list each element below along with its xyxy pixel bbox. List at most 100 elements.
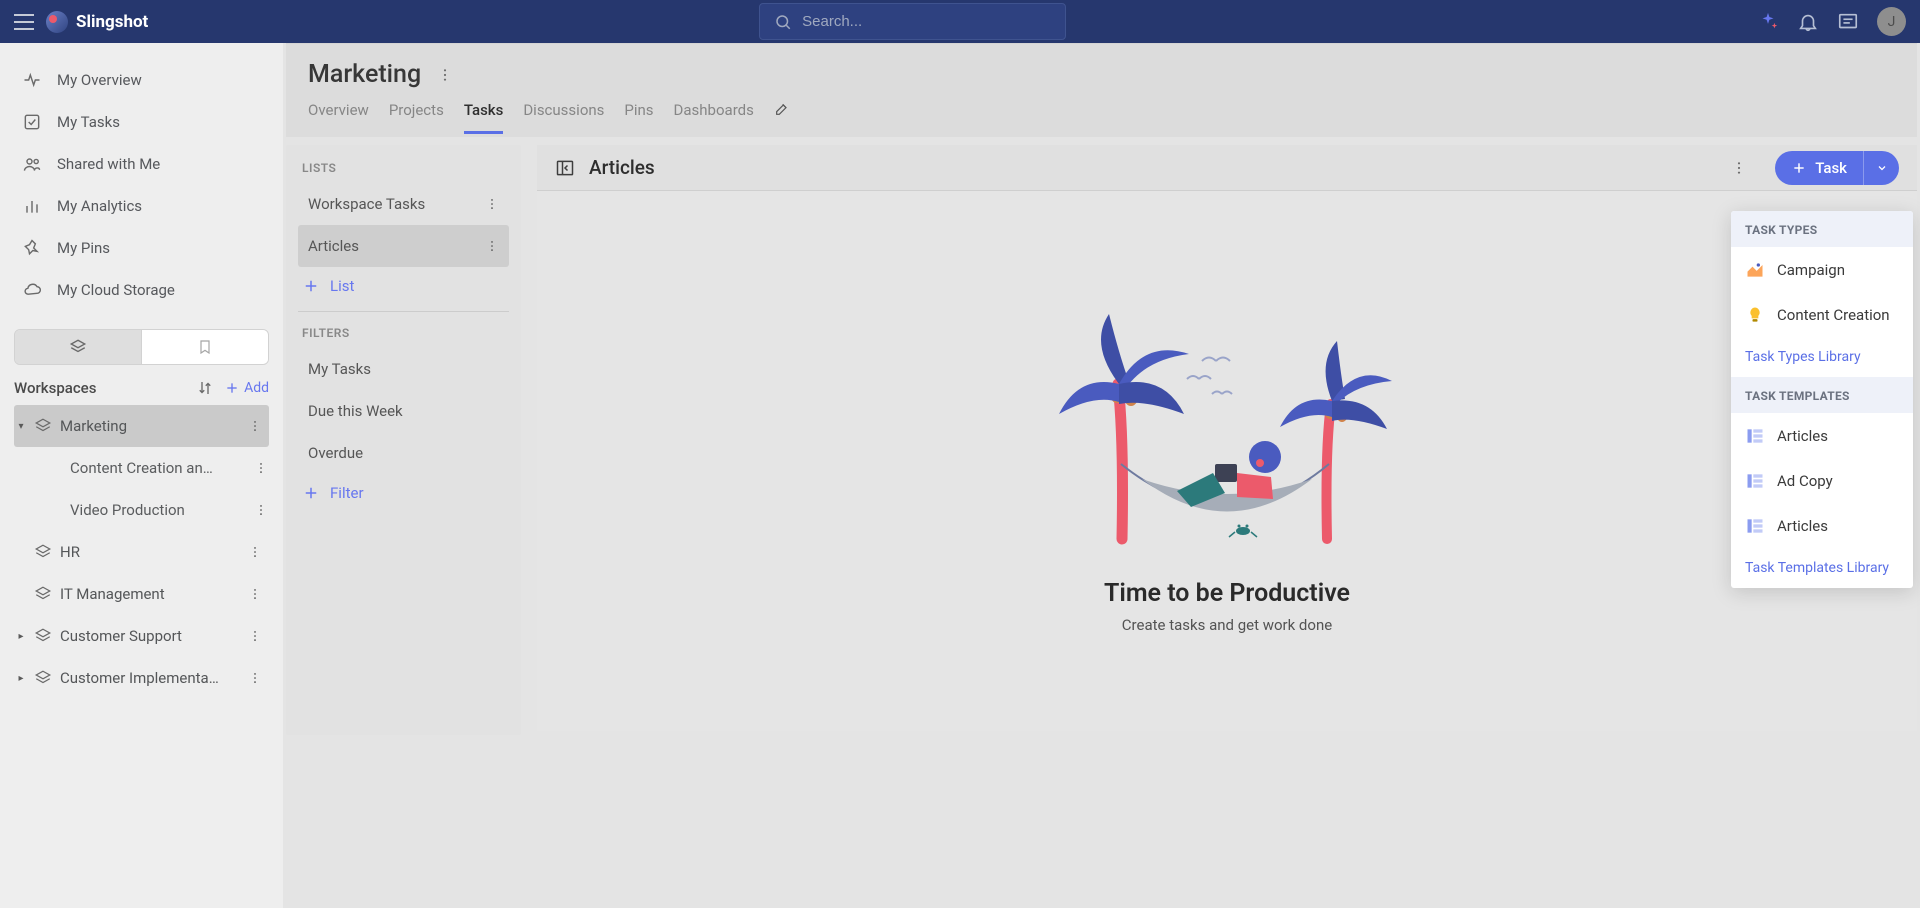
user-avatar[interactable]: J xyxy=(1877,7,1906,36)
tab-dashboards[interactable]: Dashboards xyxy=(674,101,754,134)
workspace-item[interactable]: HR xyxy=(14,531,269,573)
sparkle-icon[interactable] xyxy=(1757,11,1779,33)
nav-item-check-square[interactable]: My Tasks xyxy=(14,101,269,143)
dropdown-item-label: Campaign xyxy=(1777,261,1845,279)
new-task-label: Task xyxy=(1815,159,1847,177)
nav-item-label: My Analytics xyxy=(57,197,142,215)
sidebar-view-toggle xyxy=(14,329,269,365)
more-vertical-icon[interactable] xyxy=(253,503,269,517)
workspace-item[interactable]: ▾ Marketing xyxy=(14,405,269,447)
dropdown-template-item[interactable]: Articles xyxy=(1731,413,1913,458)
caret-icon[interactable]: ▸ xyxy=(16,673,26,684)
filter-item-label: Overdue xyxy=(308,444,499,462)
dropdown-template-item[interactable]: Articles xyxy=(1731,503,1913,548)
tab-overview[interactable]: Overview xyxy=(308,101,369,134)
more-vertical-icon[interactable] xyxy=(247,629,263,643)
cloud-icon xyxy=(22,280,42,300)
filter-item[interactable]: Due this Week xyxy=(298,390,509,432)
nav-item-cloud[interactable]: My Cloud Storage xyxy=(14,269,269,311)
workspace-item[interactable]: IT Management xyxy=(14,573,269,615)
sort-icon[interactable] xyxy=(196,379,214,397)
add-filter-button[interactable]: Filter xyxy=(298,474,509,512)
task-type-icon xyxy=(1745,260,1765,280)
workspace-label: Customer Implementa… xyxy=(60,669,239,687)
workspace-label: HR xyxy=(60,543,239,561)
dropdown-item-label: Content Creation xyxy=(1777,306,1890,324)
search-input[interactable] xyxy=(802,13,1051,30)
hamburger-icon[interactable] xyxy=(14,14,34,30)
main-panel-more-icon[interactable] xyxy=(1731,160,1747,176)
more-vertical-icon[interactable] xyxy=(485,197,499,211)
dropdown-types-library-link[interactable]: Task Types Library xyxy=(1731,337,1913,377)
workspace-label: Customer Support xyxy=(60,627,239,645)
logo[interactable]: Slingshot xyxy=(46,11,148,33)
add-workspace-button[interactable]: Add xyxy=(224,380,269,396)
plus-icon xyxy=(1791,160,1807,176)
template-icon xyxy=(1745,471,1765,491)
dropdown-template-item[interactable]: Ad Copy xyxy=(1731,458,1913,503)
logo-icon xyxy=(46,11,68,33)
workspace-item[interactable]: ▸ Customer Implementa… xyxy=(14,657,269,699)
app-body: My Overview My Tasks Shared with Me My Anal… xyxy=(0,43,1920,908)
list-item[interactable]: Workspace Tasks xyxy=(298,183,509,225)
nav-item-label: My Cloud Storage xyxy=(57,281,175,299)
dropdown-templates-heading: TASK TEMPLATES xyxy=(1731,377,1913,413)
bell-icon[interactable] xyxy=(1797,11,1819,33)
dropdown-types-heading: TASK TYPES xyxy=(1731,211,1913,247)
workspace-child-item[interactable]: Video Production xyxy=(14,489,269,531)
filter-item[interactable]: Overdue xyxy=(298,432,509,474)
search-box[interactable] xyxy=(759,3,1066,40)
page-more-icon[interactable] xyxy=(437,67,453,83)
nav-item-bar-chart[interactable]: My Analytics xyxy=(14,185,269,227)
task-type-icon xyxy=(1745,305,1765,325)
nav-item-label: Shared with Me xyxy=(57,155,160,173)
dropdown-item-label: Articles xyxy=(1777,517,1828,535)
nav-item-activity[interactable]: My Overview xyxy=(14,59,269,101)
tab-tasks[interactable]: Tasks xyxy=(464,101,504,134)
sidebar-view-bookmarks[interactable] xyxy=(142,330,268,364)
new-task-button-main[interactable]: Task xyxy=(1775,159,1863,177)
notes-icon[interactable] xyxy=(1837,11,1859,33)
tab-discussions[interactable]: Discussions xyxy=(523,101,604,134)
plus-icon xyxy=(302,484,320,502)
more-vertical-icon[interactable] xyxy=(247,671,263,685)
workspace-child-label: Video Production xyxy=(70,501,245,519)
more-vertical-icon[interactable] xyxy=(485,239,499,253)
workspace-item[interactable]: ▸ Customer Support xyxy=(14,615,269,657)
list-item[interactable]: Articles xyxy=(298,225,509,267)
dropdown-templates-library-link[interactable]: Task Templates Library xyxy=(1731,548,1913,588)
more-vertical-icon[interactable] xyxy=(247,545,263,559)
page-header: Marketing Overview Projects Tasks Discussio… xyxy=(286,43,1917,137)
dropdown-type-item[interactable]: Campaign xyxy=(1731,247,1913,292)
panel-divider xyxy=(298,311,509,312)
workspace-label: Marketing xyxy=(60,417,239,435)
nav-item-label: My Tasks xyxy=(57,113,120,131)
more-vertical-icon[interactable] xyxy=(247,587,263,601)
filter-item[interactable]: My Tasks xyxy=(298,348,509,390)
new-task-dropdown-toggle[interactable] xyxy=(1863,151,1899,185)
caret-icon[interactable]: ▸ xyxy=(16,631,26,642)
pin-icon xyxy=(22,238,42,258)
workspaces-header: Workspaces Add xyxy=(14,379,269,397)
nav-item-pin[interactable]: My Pins xyxy=(14,227,269,269)
main-panel-title: Articles xyxy=(589,156,655,179)
stack-icon xyxy=(34,543,52,561)
users-icon xyxy=(22,154,42,174)
template-icon xyxy=(1745,516,1765,536)
panel-collapse-icon[interactable] xyxy=(555,158,575,178)
caret-icon[interactable]: ▾ xyxy=(16,421,26,432)
dropdown-type-item[interactable]: Content Creation xyxy=(1731,292,1913,337)
edit-tabs-icon[interactable] xyxy=(774,101,790,134)
add-list-label: List xyxy=(330,277,354,295)
add-list-button[interactable]: List xyxy=(298,267,509,305)
more-vertical-icon[interactable] xyxy=(247,419,263,433)
empty-subtitle: Create tasks and get work done xyxy=(1122,616,1332,634)
tab-pins[interactable]: Pins xyxy=(624,101,653,134)
more-vertical-icon[interactable] xyxy=(253,461,269,475)
sidebar-view-stacks[interactable] xyxy=(15,330,142,364)
workspace-child-item[interactable]: Content Creation an… xyxy=(14,447,269,489)
plus-icon xyxy=(224,380,240,396)
tab-projects[interactable]: Projects xyxy=(389,101,444,134)
nav-item-users[interactable]: Shared with Me xyxy=(14,143,269,185)
page-title: Marketing xyxy=(308,60,421,89)
